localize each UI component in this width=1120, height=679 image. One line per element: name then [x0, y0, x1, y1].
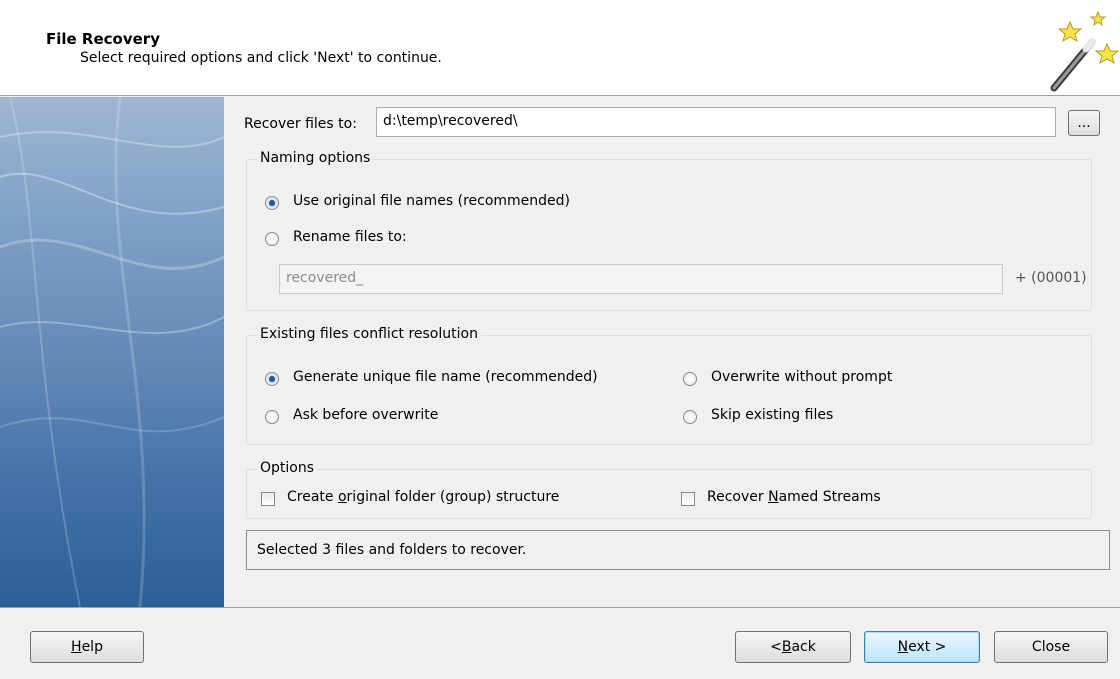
generate-unique-name-radio[interactable]	[265, 372, 279, 386]
help-button[interactable]: Help	[30, 631, 144, 663]
recover-to-label: Recover files to:	[244, 116, 357, 132]
recover-named-streams-label: Recover Named Streams	[707, 489, 881, 505]
conflict-resolution-title: Existing files conflict resolution	[257, 326, 481, 342]
overwrite-without-prompt-radio[interactable]	[683, 372, 697, 386]
skip-existing-files-label: Skip existing files	[711, 407, 834, 423]
ask-before-overwrite-radio[interactable]	[265, 410, 279, 424]
naming-options-group: Naming options Use original file names (…	[246, 150, 1092, 311]
page-subtitle: Select required options and click 'Next'…	[80, 50, 442, 66]
overwrite-without-prompt-label: Overwrite without prompt	[711, 369, 893, 385]
wizard-content: Recover files to: d:\temp\recovered\ ...…	[224, 97, 1120, 607]
close-button[interactable]: Close	[994, 631, 1108, 663]
rename-files-radio[interactable]	[265, 232, 279, 246]
use-original-names-label: Use original file names (recommended)	[293, 193, 570, 209]
status-text: Selected 3 files and folders to recover.	[257, 542, 527, 558]
browse-button[interactable]: ...	[1068, 110, 1100, 136]
create-folder-structure-checkbox[interactable]	[261, 492, 275, 506]
wizard-footer: Help < Back Next > Close	[0, 607, 1120, 679]
recover-path-input[interactable]: d:\temp\recovered\	[376, 107, 1056, 137]
wizard-banner-image	[0, 97, 224, 607]
create-folder-structure-label: Create original folder (group) structure	[287, 489, 560, 505]
naming-options-title: Naming options	[257, 150, 374, 166]
ask-before-overwrite-label: Ask before overwrite	[293, 407, 439, 423]
rename-suffix-label: + (00001)	[1015, 270, 1087, 286]
use-original-names-radio[interactable]	[265, 196, 279, 210]
rename-prefix-input[interactable]: recovered_	[279, 264, 1003, 294]
next-button[interactable]: Next >	[864, 631, 980, 663]
wizard-header: File Recovery Select required options an…	[0, 0, 1120, 96]
magic-wand-icon	[1050, 10, 1120, 92]
rename-files-label: Rename files to:	[293, 229, 407, 245]
status-panel: Selected 3 files and folders to recover.	[246, 530, 1110, 570]
options-title: Options	[257, 460, 318, 476]
back-button[interactable]: < Back	[735, 631, 851, 663]
conflict-resolution-group: Existing files conflict resolution Gener…	[246, 326, 1092, 445]
page-title: File Recovery	[46, 30, 160, 48]
generate-unique-name-label: Generate unique file name (recommended)	[293, 369, 598, 385]
recover-named-streams-checkbox[interactable]	[681, 492, 695, 506]
skip-existing-files-radio[interactable]	[683, 410, 697, 424]
options-group: Options Create original folder (group) s…	[246, 460, 1092, 519]
